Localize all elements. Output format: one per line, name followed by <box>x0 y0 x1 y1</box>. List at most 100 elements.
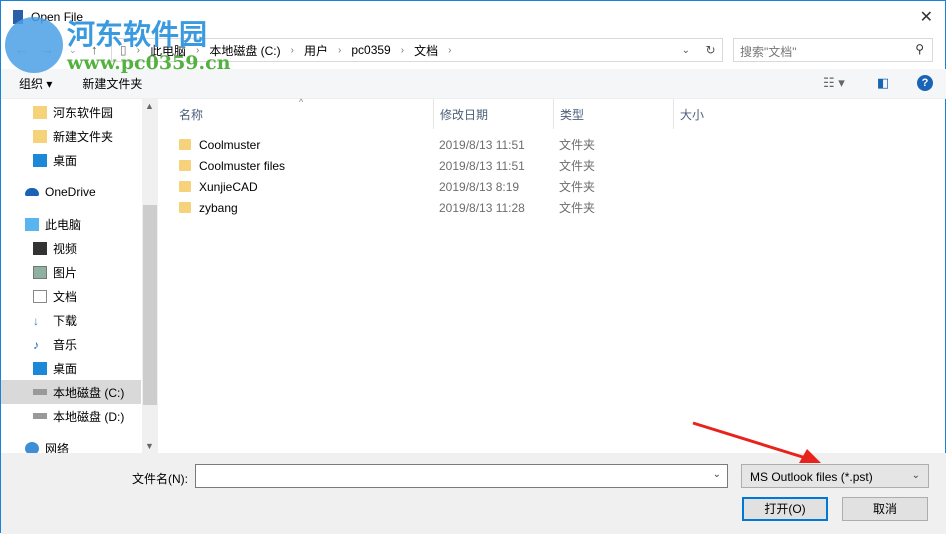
folder-icon <box>33 129 47 143</box>
help-icon[interactable]: ? <box>917 75 933 91</box>
label: 网络 <box>45 441 70 454</box>
sidebar-item[interactable]: 此电脑 <box>25 212 158 236</box>
folder-icon <box>179 202 191 213</box>
drive-icon <box>33 413 47 419</box>
filetype-value: MS Outlook files (*.pst) <box>750 470 873 484</box>
label: 桌面 <box>53 153 78 168</box>
search-icon: ⚲ <box>915 42 924 56</box>
app-icon <box>13 10 23 24</box>
breadcrumb[interactable]: ▯ › 此电脑 › 本地磁盘 (C:) › 用户 › pc0359 › 文档 › ⌄ <box>111 38 723 62</box>
filename-input[interactable]: ⌄ <box>195 464 728 488</box>
crumb[interactable]: 文档 <box>414 42 438 59</box>
file-type: 文件夹 <box>559 201 596 215</box>
folder-icon <box>179 160 191 171</box>
toolbar: 组织 ▾ 新建文件夹 ☷ ▾ ◧ ? <box>1 69 946 99</box>
crumb[interactable]: 用户 <box>304 42 328 59</box>
file-name: XunjieCAD <box>199 179 258 194</box>
file-name: Coolmuster files <box>199 158 286 173</box>
annotation-arrow <box>692 421 821 463</box>
column-type[interactable]: 类型 <box>540 99 674 129</box>
open-button[interactable]: 打开(O) <box>742 497 828 521</box>
sidebar-scrollbar[interactable]: ▲ ▼ <box>142 99 158 453</box>
close-icon[interactable]: ✕ <box>920 7 933 27</box>
sidebar-item[interactable]: 图片 <box>33 260 158 284</box>
address-bar-row: ← → ⌄ ↑ ▯ › 此电脑 › 本地磁盘 (C:) › 用户 › pc0359 › 文… <box>1 38 946 62</box>
back-icon[interactable]: ← <box>15 42 28 57</box>
drive-icon <box>33 389 47 395</box>
pictures-icon <box>33 265 47 279</box>
sidebar-item[interactable]: 新建文件夹 <box>33 124 158 148</box>
preview-pane-icon[interactable]: ◧ <box>877 75 889 91</box>
file-name: Coolmuster <box>199 137 261 152</box>
folder-icon <box>179 139 191 150</box>
scroll-down-icon[interactable]: ▼ <box>145 441 154 451</box>
navigation-pane: 河东软件园 新建文件夹 桌面 OneDrive 此电脑 视频 图片 文档 ↓ 下载… <box>1 99 158 453</box>
sidebar-item[interactable]: 文档 <box>33 284 158 308</box>
file-type: 文件夹 <box>559 138 596 152</box>
file-list: ^ 名称 修改日期 类型 大小 Coolmuster 2019/8/13 11:5… <box>159 97 946 453</box>
scroll-up-icon[interactable]: ▲ <box>145 101 154 111</box>
column-date[interactable]: 修改日期 <box>420 99 554 129</box>
file-row[interactable]: zybang 2019/8/13 11:28 文件夹 <box>179 197 619 218</box>
file-date: 2019/8/13 11:51 <box>439 158 525 173</box>
search-input[interactable]: 搜索"文档" ⚲ <box>733 38 933 62</box>
sidebar-item[interactable]: 网络 <box>25 436 158 453</box>
sidebar-item[interactable]: 河东软件园 <box>33 100 158 124</box>
view-options-icon[interactable]: ☷ ▾ <box>823 75 845 91</box>
music-icon: ♪ <box>33 337 39 352</box>
sidebar-item[interactable]: 桌面 <box>33 148 158 172</box>
file-row[interactable]: Coolmuster 2019/8/13 11:51 文件夹 <box>179 134 619 155</box>
chevron-down-icon[interactable]: ⌄ <box>682 45 690 56</box>
column-name[interactable]: 名称 <box>159 99 434 129</box>
crumb[interactable]: pc0359 <box>351 43 390 57</box>
folder-icon <box>33 105 47 119</box>
crumb[interactable]: 本地磁盘 (C:) <box>209 42 280 59</box>
label: 桌面 <box>53 361 78 376</box>
up-icon[interactable]: ↑ <box>91 42 98 57</box>
header-label: 修改日期 <box>440 107 489 122</box>
file-date: 2019/8/13 11:28 <box>439 200 525 215</box>
doc-icon: ▯ <box>120 43 127 57</box>
cancel-button[interactable]: 取消 <box>842 497 928 521</box>
file-row[interactable]: XunjieCAD 2019/8/13 8:19 文件夹 <box>179 176 619 197</box>
sidebar-item[interactable]: 本地磁盘 (D:) <box>33 404 158 428</box>
forward-icon[interactable]: → <box>41 42 54 57</box>
label: 视频 <box>53 241 78 256</box>
sidebar-item[interactable]: OneDrive <box>25 180 158 204</box>
folder-icon <box>179 181 191 192</box>
file-date: 2019/8/13 8:19 <box>439 179 520 194</box>
crumb[interactable]: 此电脑 <box>150 42 186 59</box>
header-label: 类型 <box>560 107 585 122</box>
download-icon: ↓ <box>33 313 39 328</box>
column-size[interactable]: 大小 <box>660 99 760 129</box>
header-label: 名称 <box>179 107 204 122</box>
header-label: 大小 <box>680 107 705 122</box>
filename-label: 文件名(N): <box>132 472 188 486</box>
chevron-down-icon: ⌄ <box>911 470 920 481</box>
new-folder-button[interactable]: 新建文件夹 <box>82 75 142 92</box>
desktop-icon <box>33 153 47 167</box>
file-date: 2019/8/13 11:51 <box>439 137 525 152</box>
title-bar: Open File ✕ <box>1 1 946 33</box>
sidebar-item[interactable]: 视频 <box>33 236 158 260</box>
label: 本地磁盘 (C:) <box>53 385 125 400</box>
documents-icon <box>33 289 47 303</box>
sidebar-item[interactable]: 桌面 <box>33 356 158 380</box>
label: 本地磁盘 (D:) <box>53 409 125 424</box>
label: OneDrive <box>45 185 96 199</box>
network-icon <box>25 441 39 453</box>
sidebar-item[interactable]: ↓ 下载 <box>33 308 158 332</box>
file-row[interactable]: Coolmuster files 2019/8/13 11:51 文件夹 <box>179 155 619 176</box>
refresh-button[interactable]: ↻ <box>699 38 723 62</box>
organize-button[interactable]: 组织 ▾ <box>19 75 52 92</box>
sidebar-item-selected[interactable]: 本地磁盘 (C:) <box>1 380 141 404</box>
label: 文档 <box>53 289 78 304</box>
file-name: zybang <box>199 200 238 215</box>
sidebar-item[interactable]: ♪ 音乐 <box>33 332 158 356</box>
search-placeholder: 搜索"文档" <box>740 45 797 59</box>
scroll-thumb[interactable] <box>143 205 157 405</box>
window-title: Open File <box>31 10 84 24</box>
label: 河东软件园 <box>53 105 114 120</box>
desktop-icon <box>33 361 47 375</box>
recent-dropdown-icon[interactable]: ⌄ <box>69 45 77 56</box>
